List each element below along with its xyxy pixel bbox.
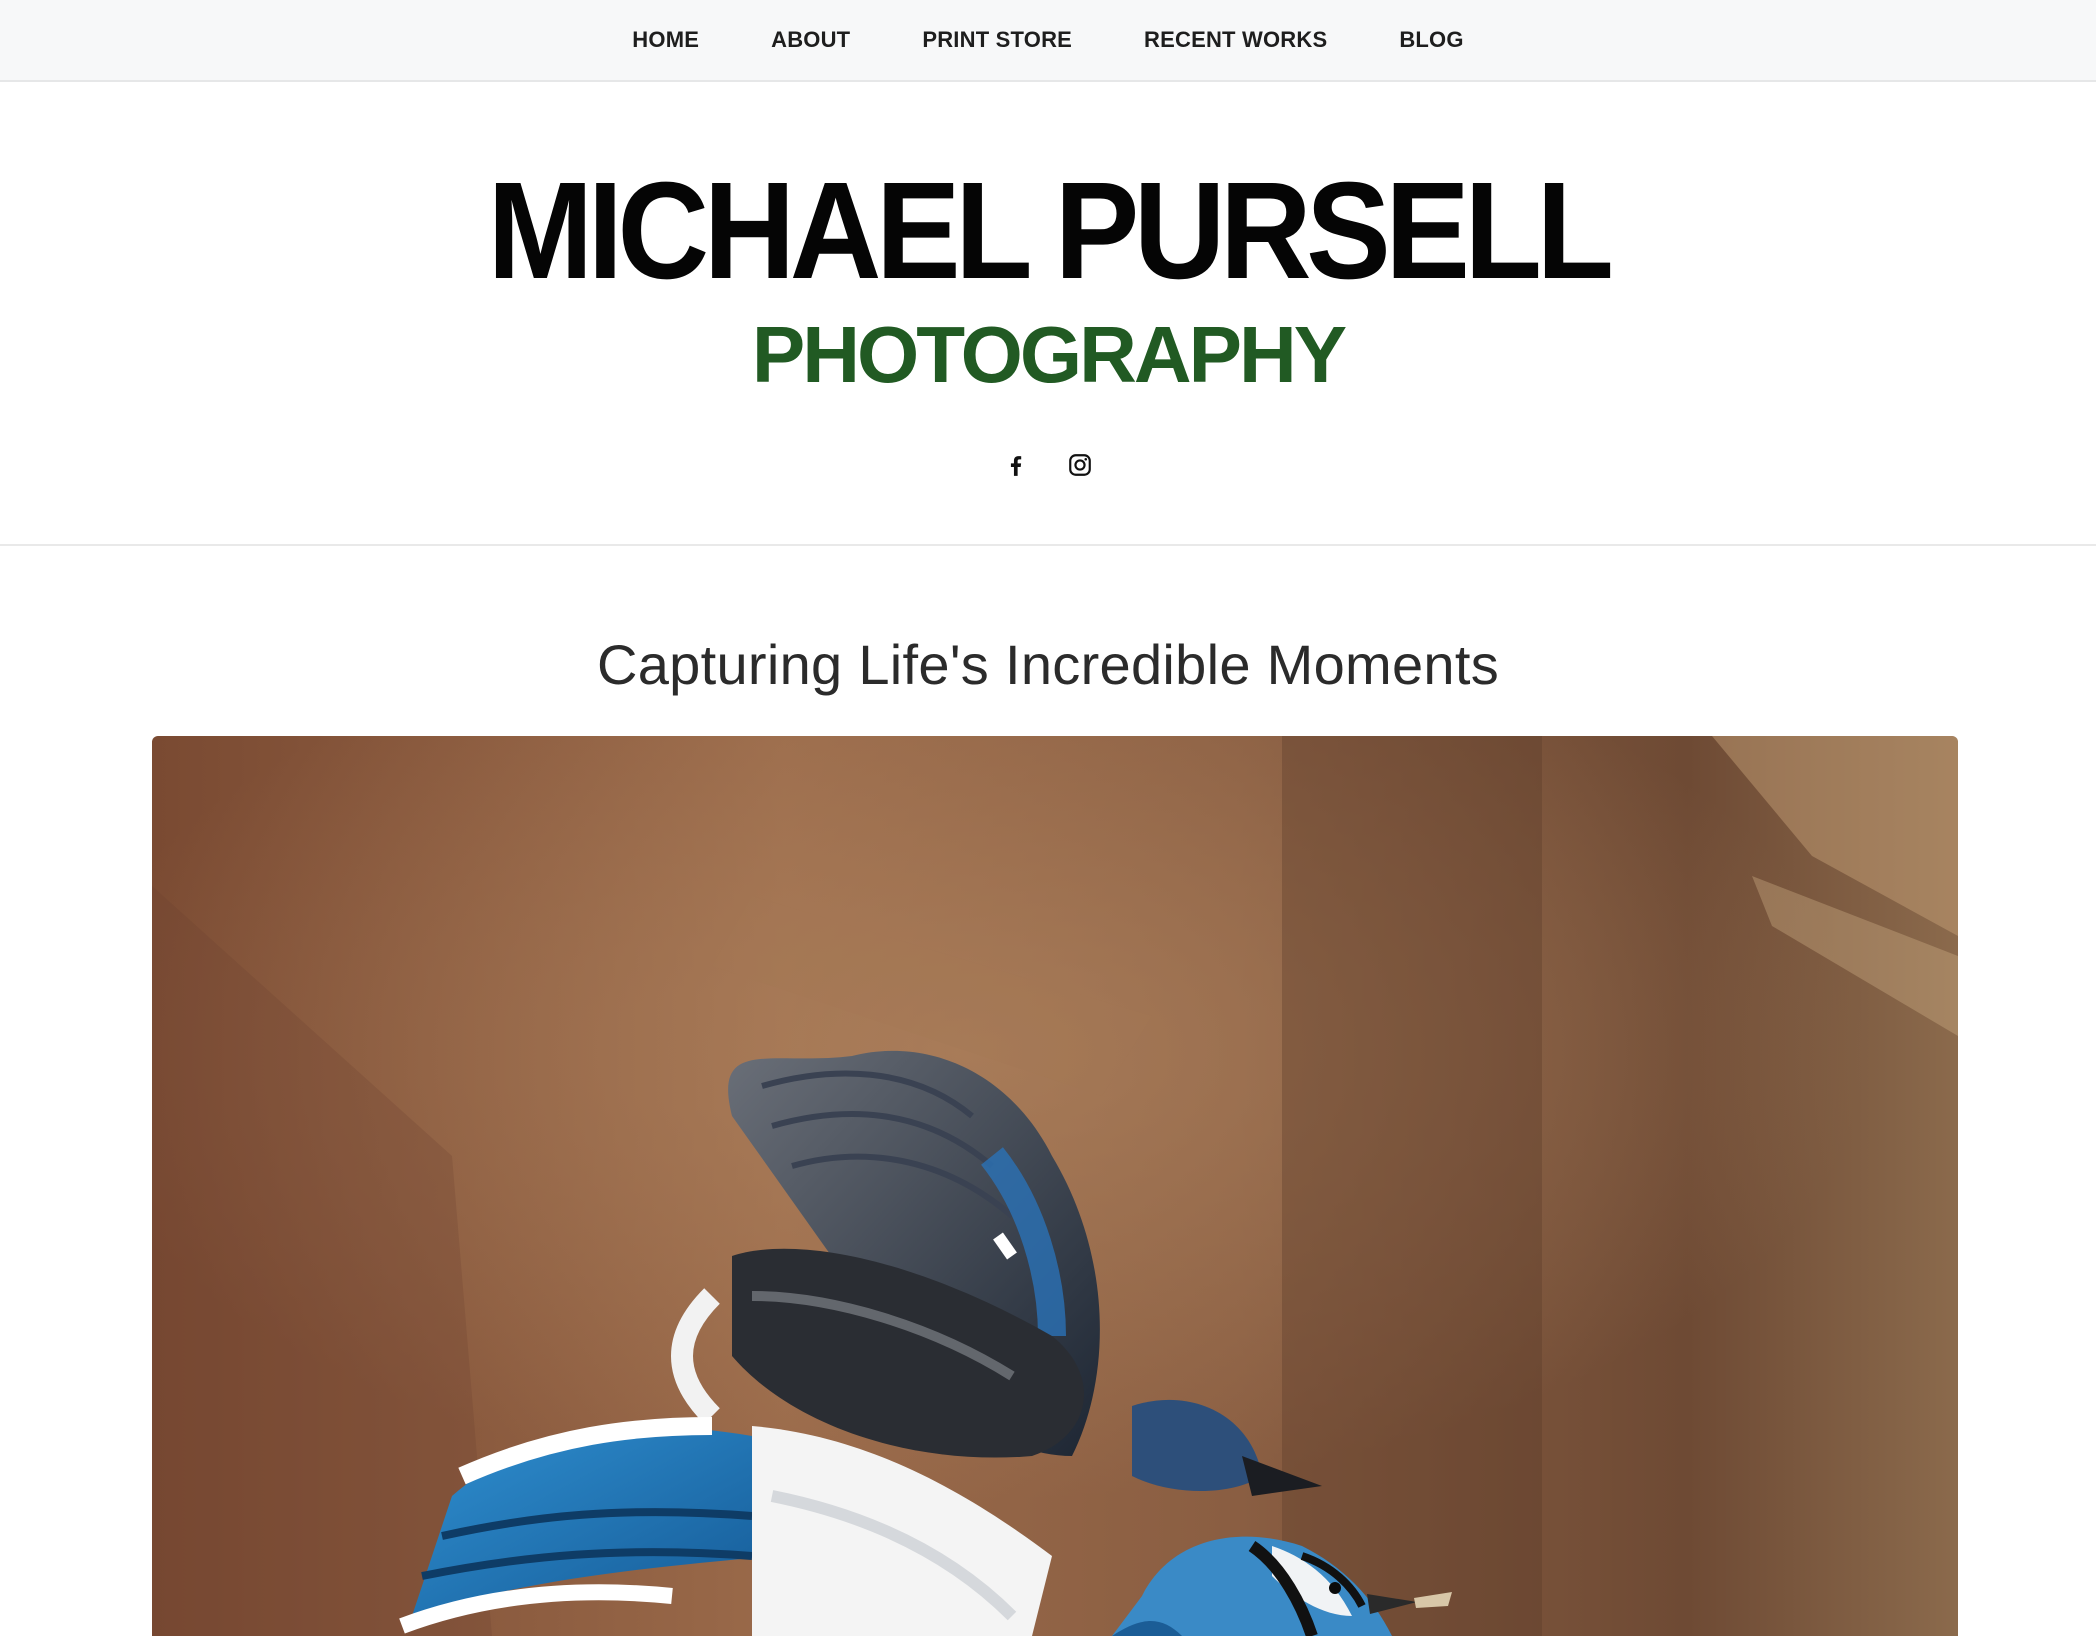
- nav-item-blog: BLOG: [1399, 27, 1463, 53]
- nav-link-blog[interactable]: BLOG: [1399, 27, 1463, 52]
- site-subtitle: PHOTOGRAPHY: [751, 310, 1347, 399]
- nav-item-print-store: PRINT STORE: [922, 27, 1072, 53]
- hero-heading: Capturing Life's Incredible Moments: [596, 633, 1500, 696]
- blue-jay-photo: [152, 736, 1958, 1636]
- instagram-link[interactable]: [1067, 452, 1093, 478]
- masthead: MICHAEL PURSELL PHOTOGRAPHY: [0, 82, 2096, 546]
- instagram-icon: [1069, 454, 1091, 476]
- nav-link-print-store[interactable]: PRINT STORE: [922, 27, 1072, 52]
- top-navigation: HOME ABOUT PRINT STORE RECENT WORKS BLOG: [0, 0, 2096, 82]
- nav-link-about[interactable]: ABOUT: [771, 27, 850, 52]
- hero-photo: [152, 736, 1958, 1636]
- nav-link-home[interactable]: HOME: [632, 27, 699, 52]
- nav-menu: HOME ABOUT PRINT STORE RECENT WORKS BLOG: [632, 27, 1463, 53]
- site-title: MICHAEL PURSELL: [487, 154, 1614, 308]
- nav-link-recent-works[interactable]: RECENT WORKS: [1144, 27, 1327, 52]
- social-links: [0, 452, 2096, 478]
- nav-item-home: HOME: [632, 27, 699, 53]
- nav-item-recent-works: RECENT WORKS: [1144, 27, 1327, 53]
- nav-item-about: ABOUT: [771, 27, 850, 53]
- facebook-icon: [1010, 456, 1022, 476]
- facebook-link[interactable]: [1003, 452, 1029, 478]
